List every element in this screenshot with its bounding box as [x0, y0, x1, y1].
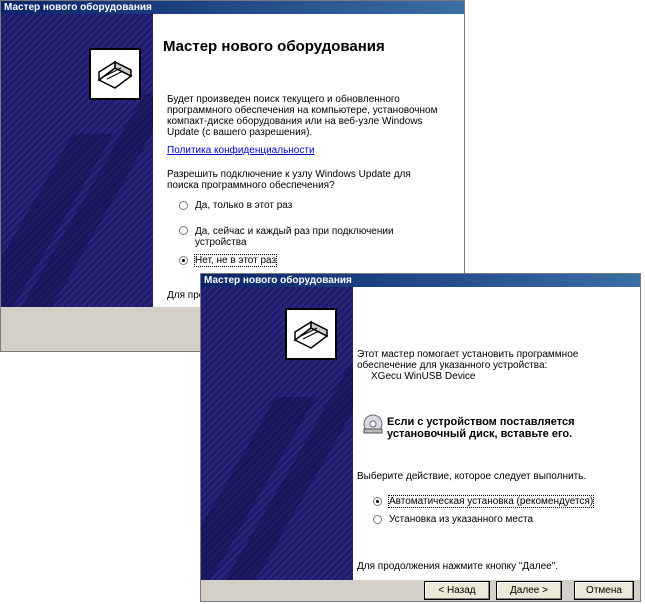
- wizard-window: Мастер нового оборудования Этот мастер п…: [200, 273, 641, 602]
- hardware-icon: [89, 48, 141, 100]
- option-label[interactable]: Автоматическая установка (рекомендуется): [387, 495, 595, 508]
- next-button[interactable]: Далее >: [496, 581, 562, 600]
- radio-yes-always[interactable]: [179, 226, 188, 235]
- window-title: Мастер нового оборудования: [201, 274, 640, 287]
- radio-install-from-location[interactable]: [373, 515, 382, 524]
- cd-notice: Если с устройством поставляется установо…: [387, 416, 575, 440]
- option-label[interactable]: Установка из указанного места: [389, 514, 533, 525]
- button-bar: < Назад Далее > Отмена: [201, 580, 640, 601]
- window-title: Мастер нового оборудования: [1, 1, 464, 14]
- question-text: Разрешить подключение к узлу Windows Upd…: [167, 169, 411, 191]
- option-label[interactable]: Да, сейчас и каждый раз при подключении …: [195, 226, 410, 248]
- privacy-link[interactable]: Политика конфиденциальности: [167, 145, 315, 156]
- wizard-content: Этот мастер помогает установить программ…: [353, 287, 640, 580]
- wizard-content: Мастер нового оборудования Будет произве…: [153, 14, 464, 307]
- wizard-side-panel: [201, 287, 353, 580]
- radio-yes-once[interactable]: [179, 201, 188, 210]
- radio-auto-install[interactable]: [373, 497, 382, 506]
- page-title: Мастер нового оборудования: [163, 38, 385, 55]
- wizard-side-panel: [1, 14, 153, 307]
- choose-action-text: Выберите действие, которое следует выпол…: [357, 471, 587, 482]
- footer-text: Для про: [167, 290, 205, 301]
- intro-text: Будет произведен поиск текущего и обновл…: [167, 94, 438, 138]
- cd-icon: [361, 411, 385, 435]
- cancel-button[interactable]: Отмена: [574, 581, 634, 600]
- radio-no[interactable]: [179, 256, 188, 265]
- device-name: XGecu WinUSB Device: [371, 371, 476, 382]
- option-label[interactable]: Нет, не в этот раз: [193, 254, 278, 267]
- continue-hint: Для продолжения нажмите кнопку "Далее".: [357, 561, 559, 572]
- option-label[interactable]: Да, только в этот раз: [195, 200, 292, 211]
- intro-text: Этот мастер помогает установить программ…: [357, 349, 579, 371]
- hardware-icon: [285, 308, 337, 360]
- back-button[interactable]: < Назад: [424, 581, 490, 600]
